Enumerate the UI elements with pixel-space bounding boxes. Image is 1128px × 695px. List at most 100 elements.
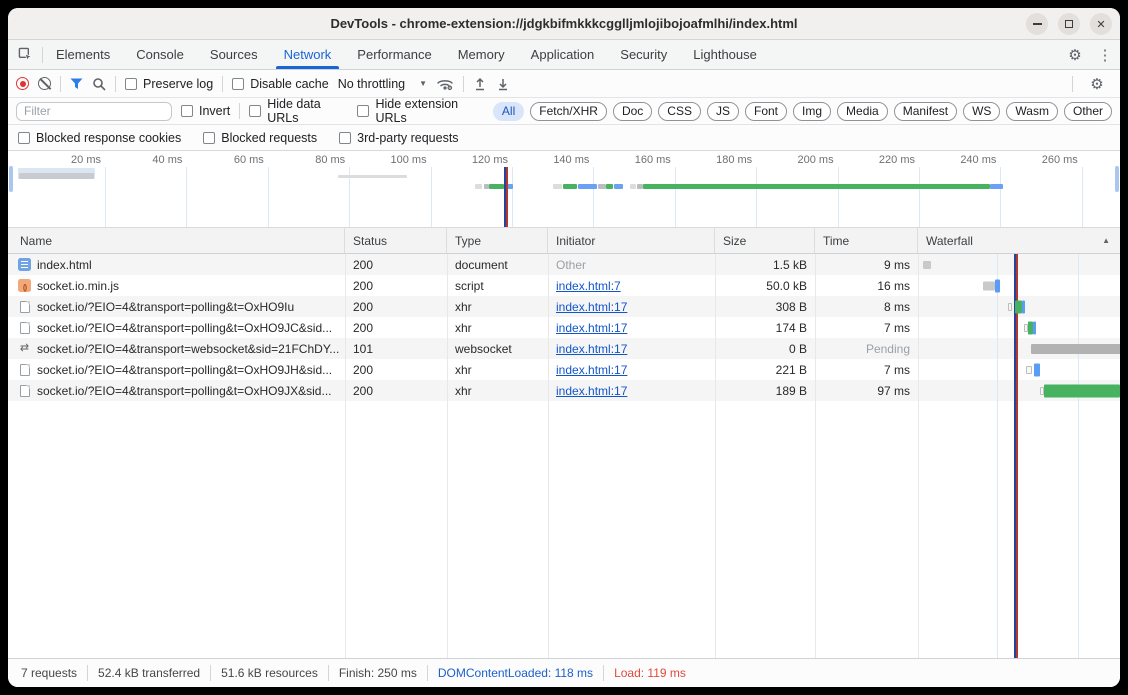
status-item: Finish: 250 ms: [339, 666, 417, 680]
filter-pill-ws[interactable]: WS: [963, 102, 1000, 121]
initiator-link[interactable]: index.html:17: [556, 321, 627, 335]
request-row[interactable]: socket.io/?EIO=4&transport=polling&t=OxH…: [8, 317, 1120, 338]
preserve-log-checkbox[interactable]: [125, 78, 137, 90]
divider: [1072, 76, 1073, 92]
maximize-button[interactable]: [1058, 13, 1080, 35]
column-header-status[interactable]: Status: [345, 228, 447, 253]
import-har-button[interactable]: [473, 77, 487, 91]
clear-network-log-button[interactable]: [38, 77, 51, 90]
filter-pill-img[interactable]: Img: [793, 102, 831, 121]
initiator-link[interactable]: index.html:17: [556, 384, 627, 398]
type-cell: xhr: [447, 296, 548, 317]
filter-pill-font[interactable]: Font: [745, 102, 787, 121]
disable-cache-checkbox[interactable]: [232, 78, 244, 90]
search-button[interactable]: [92, 77, 106, 91]
file-icon: [20, 364, 30, 376]
filter-pill-css[interactable]: CSS: [658, 102, 701, 121]
request-row[interactable]: index.html200documentOther1.5 kB9 ms: [8, 254, 1120, 275]
column-header-type[interactable]: Type: [447, 228, 548, 253]
request-row[interactable]: socket.io/?EIO=4&transport=websocket&sid…: [8, 338, 1120, 359]
initiator-link[interactable]: index.html:17: [556, 300, 627, 314]
settings-button[interactable]: ⚙: [1060, 40, 1090, 69]
waterfall-bar-blue: [995, 279, 1000, 292]
column-header-label: Waterfall: [926, 234, 973, 248]
tab-elements[interactable]: Elements: [43, 40, 123, 69]
network-overview-timeline[interactable]: 20 ms40 ms60 ms80 ms100 ms120 ms140 ms16…: [8, 151, 1120, 228]
blocked-requests-checkbox[interactable]: [203, 132, 215, 144]
request-name: index.html: [37, 258, 92, 272]
column-header-waterfall[interactable]: Waterfall▲: [918, 228, 1120, 253]
tab-lighthouse[interactable]: Lighthouse: [680, 40, 770, 69]
script-icon: [18, 279, 31, 292]
overview-right-handle[interactable]: [1115, 166, 1119, 192]
window-controls: ✕: [1026, 13, 1112, 35]
column-header-time[interactable]: Time: [815, 228, 918, 253]
more-options-button[interactable]: ⋮: [1090, 40, 1120, 69]
requests-table-header: NameStatusTypeInitiatorSizeTimeWaterfall…: [8, 228, 1120, 254]
column-header-initiator[interactable]: Initiator: [548, 228, 715, 253]
hide-data-urls-checkbox[interactable]: [249, 105, 261, 117]
tab-security[interactable]: Security: [607, 40, 680, 69]
filter-pill-fetchxhr[interactable]: Fetch/XHR: [530, 102, 607, 121]
initiator-link[interactable]: index.html:7: [556, 279, 621, 293]
request-row[interactable]: socket.io/?EIO=4&transport=polling&t=OxH…: [8, 380, 1120, 401]
tab-console[interactable]: Console: [123, 40, 197, 69]
timeline-tick-label: 180 ms: [694, 154, 752, 166]
export-har-button[interactable]: [496, 77, 510, 91]
column-header-name[interactable]: Name: [8, 228, 345, 253]
network-settings-button[interactable]: ⚙: [1082, 75, 1112, 93]
close-button[interactable]: ✕: [1090, 13, 1112, 35]
column-header-size[interactable]: Size: [715, 228, 815, 253]
throttling-dropdown[interactable]: No throttling ▼: [338, 77, 427, 91]
waterfall-bar-green: [1044, 384, 1120, 397]
network-conditions-button[interactable]: [436, 77, 454, 91]
minimize-button[interactable]: [1026, 13, 1048, 35]
type-cell: xhr: [447, 359, 548, 380]
filter-pill-all[interactable]: All: [493, 102, 524, 121]
blocked-response-cookies-checkbox[interactable]: [18, 132, 30, 144]
request-row[interactable]: socket.io/?EIO=4&transport=polling&t=OxH…: [8, 359, 1120, 380]
overview-request-bar: [475, 184, 482, 189]
waterfall-cell: [918, 317, 1120, 338]
filter-pill-other[interactable]: Other: [1064, 102, 1112, 121]
inspect-element-button[interactable]: [8, 40, 42, 69]
filter-pill-wasm[interactable]: Wasm: [1006, 102, 1058, 121]
blocked-requests-control: Blocked requests: [203, 131, 317, 145]
preserve-log-label: Preserve log: [143, 77, 213, 91]
initiator-text: Other: [556, 258, 586, 272]
filter-pill-js[interactable]: JS: [707, 102, 739, 121]
filter-pill-media[interactable]: Media: [837, 102, 888, 121]
tab-memory[interactable]: Memory: [445, 40, 518, 69]
hide-extension-urls-checkbox[interactable]: [357, 105, 369, 117]
timeline-gridline: [675, 167, 676, 227]
initiator-link[interactable]: index.html:17: [556, 363, 627, 377]
size-cell: 308 B: [715, 296, 815, 317]
tab-application[interactable]: Application: [518, 40, 608, 69]
overview-request-bar: [19, 173, 94, 179]
overview-request-bar: [630, 184, 636, 189]
divider: [239, 103, 240, 119]
initiator-cell: index.html:17: [548, 359, 715, 380]
tab-sources[interactable]: Sources: [197, 40, 271, 69]
overview-left-handle[interactable]: [9, 166, 13, 192]
tab-network[interactable]: Network: [271, 40, 345, 69]
filter-toggle-button[interactable]: [70, 78, 83, 90]
type-cell: websocket: [447, 338, 548, 359]
initiator-link[interactable]: index.html:17: [556, 342, 627, 356]
tab-performance[interactable]: Performance: [344, 40, 444, 69]
filter-pill-doc[interactable]: Doc: [613, 102, 652, 121]
resource-type-filter-pills: All Fetch/XHR Doc CSS JS Font Img Media Manifest…: [493, 102, 1112, 121]
invert-checkbox[interactable]: [181, 105, 193, 117]
status-cell: 200: [345, 296, 447, 317]
time-cell: 7 ms: [815, 359, 918, 380]
record-network-log-button[interactable]: [16, 77, 29, 90]
request-row[interactable]: socket.io/?EIO=4&transport=polling&t=OxH…: [8, 296, 1120, 317]
panel-tab-bar: ElementsConsoleSourcesNetworkPerformance…: [8, 40, 1120, 70]
title-bar[interactable]: DevTools - chrome-extension://jdgkbifmkk…: [8, 8, 1120, 40]
divider: [210, 665, 211, 681]
filter-input[interactable]: [16, 102, 172, 121]
column-header-label: Type: [455, 234, 481, 248]
third-party-requests-checkbox[interactable]: [339, 132, 351, 144]
request-row[interactable]: socket.io.min.js200scriptindex.html:750.…: [8, 275, 1120, 296]
filter-pill-manifest[interactable]: Manifest: [894, 102, 957, 121]
